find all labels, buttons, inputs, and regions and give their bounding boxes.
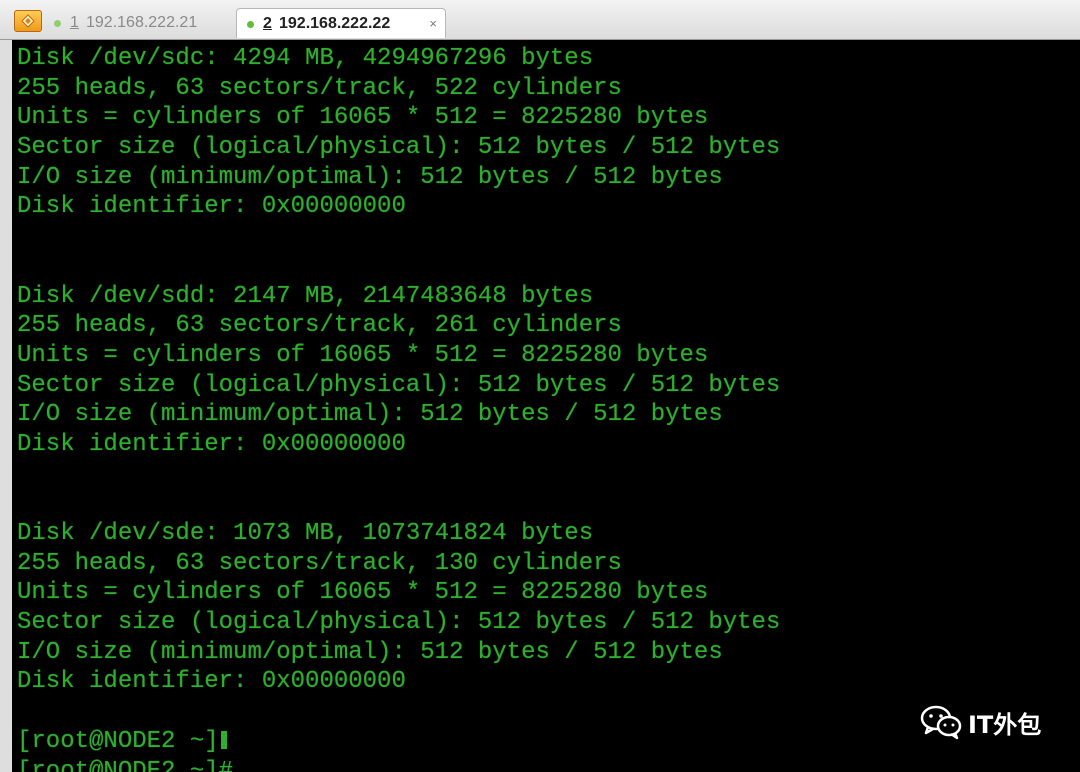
terminal-line: Disk identifier: 0x00000000 bbox=[17, 668, 406, 696]
close-icon[interactable]: × bbox=[429, 9, 437, 39]
terminal-lines: Disk /dev/sdc: 4294 MB, 4294967296 bytes… bbox=[17, 44, 780, 772]
terminal-line: Disk /dev/sde: 1073 MB, 1073741824 bytes bbox=[17, 520, 594, 547]
terminal-line: Disk /dev/sdd: 2147 MB, 2147483648 bytes bbox=[17, 282, 594, 310]
session-tab-bar: 1 192.168.222.21 2 192.168.222.22 × bbox=[0, 0, 1080, 40]
terminal-line: Sector size (logical/physical): 512 byte… bbox=[17, 609, 781, 637]
terminal-line: I/O size (minimum/optimal): 512 bytes / … bbox=[17, 163, 723, 191]
terminal-line: Units = cylinders of 16065 * 512 = 82252… bbox=[17, 104, 709, 132]
wechat-icon bbox=[920, 705, 962, 740]
tab-host-label: 192.168.222.21 bbox=[86, 14, 198, 31]
terminal-cursor bbox=[220, 730, 227, 749]
terminal-line: Disk /dev/sdc: 4294 MB, 4294967296 bytes bbox=[17, 45, 594, 72]
app-logo-icon[interactable] bbox=[14, 10, 42, 32]
terminal-line: Units = cylinders of 16065 * 512 = 82252… bbox=[17, 341, 709, 369]
terminal-line: 255 heads, 63 sectors/track, 130 cylinde… bbox=[17, 549, 622, 577]
terminal-line: [root@NODE2 ~] bbox=[17, 727, 780, 757]
terminal-line: 255 heads, 63 sectors/track, 522 cylinde… bbox=[17, 74, 622, 102]
connection-status-icon bbox=[54, 20, 61, 27]
tab-session-1[interactable]: 1 192.168.222.21 bbox=[44, 8, 234, 38]
terminal-line: Sector size (logical/physical): 512 byte… bbox=[17, 371, 781, 399]
watermark-text: IT外包 bbox=[968, 710, 1042, 739]
tab-number: 2 bbox=[263, 15, 272, 32]
connection-status-icon bbox=[247, 21, 254, 28]
tab-number: 1 bbox=[70, 14, 79, 31]
terminal-output[interactable]: Disk /dev/sdc: 4294 MB, 4294967296 bytes… bbox=[0, 40, 1080, 772]
tab-session-2[interactable]: 2 192.168.222.22 × bbox=[236, 8, 446, 38]
terminal-line: I/O size (minimum/optimal): 512 bytes / … bbox=[17, 401, 723, 429]
terminal-line: Sector size (logical/physical): 512 byte… bbox=[17, 134, 781, 162]
terminal-line: 255 heads, 63 sectors/track, 261 cylinde… bbox=[17, 312, 622, 340]
watermark: IT外包 bbox=[920, 700, 1041, 744]
terminal-line: Units = cylinders of 16065 * 512 = 82252… bbox=[17, 579, 709, 607]
tab-host-label: 192.168.222.22 bbox=[279, 15, 391, 32]
terminal-line: [root@NODE2 ~]# bbox=[17, 757, 234, 772]
terminal-line: I/O size (minimum/optimal): 512 bytes / … bbox=[17, 638, 723, 666]
terminal-line: Disk identifier: 0x00000000 bbox=[17, 430, 406, 458]
terminal-line: Disk identifier: 0x00000000 bbox=[17, 193, 406, 221]
ssh-client-window: 1 192.168.222.21 2 192.168.222.22 × Disk… bbox=[0, 0, 1080, 772]
